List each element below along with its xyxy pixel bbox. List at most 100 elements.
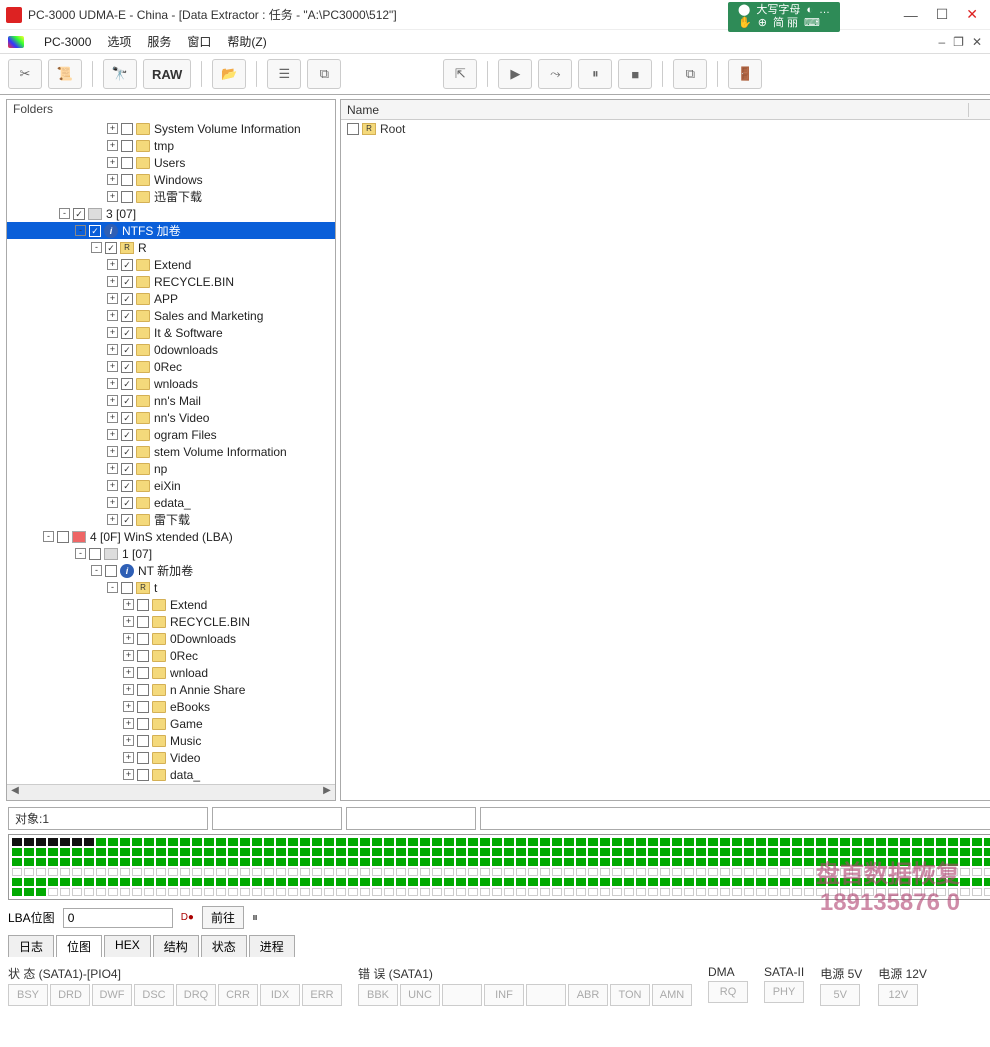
expander-icon[interactable]: + <box>107 259 118 270</box>
list-alt-icon[interactable]: ⧉ <box>307 59 341 89</box>
checkbox[interactable] <box>137 667 149 679</box>
tree-row[interactable]: -Rt <box>7 579 335 596</box>
list-header[interactable]: Name Start <box>341 100 990 120</box>
tree-row[interactable]: +eBooks <box>7 698 335 715</box>
tree-row[interactable]: +data_ <box>7 766 335 783</box>
checkbox[interactable]: ✓ <box>89 225 101 237</box>
checkbox[interactable] <box>137 752 149 764</box>
mdi-close-button[interactable]: ✕ <box>972 35 982 49</box>
expander-icon[interactable]: + <box>107 378 118 389</box>
tree-row[interactable]: +Game <box>7 715 335 732</box>
tree-row[interactable]: +迅雷下载 <box>7 188 335 205</box>
expander-icon[interactable]: + <box>107 395 118 406</box>
tree-row[interactable]: +Windows <box>7 171 335 188</box>
expander-icon[interactable]: - <box>59 208 70 219</box>
checkbox[interactable] <box>121 174 133 186</box>
expander-icon[interactable]: + <box>107 310 118 321</box>
checkbox[interactable] <box>137 769 149 781</box>
expander-icon[interactable]: + <box>107 140 118 151</box>
expander-icon[interactable]: + <box>107 327 118 338</box>
expander-icon[interactable]: - <box>107 582 118 593</box>
checkbox[interactable]: ✓ <box>73 208 85 220</box>
tools-icon[interactable]: ✂ <box>8 59 42 89</box>
tree-row[interactable]: +✓It & Software <box>7 324 335 341</box>
expander-icon[interactable]: + <box>107 276 118 287</box>
mdi-minimize-button[interactable]: – <box>938 35 945 49</box>
tree-row[interactable]: +Video <box>7 749 335 766</box>
tree-row[interactable]: +✓ogram Files <box>7 426 335 443</box>
checkbox[interactable]: ✓ <box>121 361 133 373</box>
expander-icon[interactable]: - <box>75 225 86 236</box>
expander-icon[interactable]: + <box>107 463 118 474</box>
tree-row[interactable]: +✓0downloads <box>7 341 335 358</box>
checkbox[interactable] <box>121 123 133 135</box>
tree-row[interactable]: +✓Sales and Marketing <box>7 307 335 324</box>
pause-icon[interactable]: ⏸ <box>578 59 612 89</box>
minimize-button[interactable]: — <box>904 7 918 23</box>
checkbox[interactable]: ✓ <box>121 463 133 475</box>
lba-input[interactable] <box>63 908 173 928</box>
folder-open-icon[interactable]: 📂 <box>212 59 246 89</box>
expander-icon[interactable]: + <box>107 514 118 525</box>
checkbox[interactable] <box>137 735 149 747</box>
expander-icon[interactable]: + <box>123 633 134 644</box>
checkbox[interactable]: ✓ <box>121 429 133 441</box>
checkbox[interactable] <box>121 157 133 169</box>
menu-app[interactable]: PC-3000 <box>44 35 91 49</box>
tree-row[interactable]: +0Rec <box>7 647 335 664</box>
expander-icon[interactable]: + <box>107 344 118 355</box>
tree-row[interactable]: -✓3 [07] <box>7 205 335 222</box>
tree-row[interactable]: +tmp <box>7 137 335 154</box>
checkbox[interactable] <box>121 140 133 152</box>
expander-icon[interactable]: + <box>107 123 118 134</box>
folder-tree[interactable]: +System Volume Information+tmp+Users+Win… <box>7 118 335 784</box>
tree-row[interactable]: +✓nn's Video <box>7 409 335 426</box>
tree-row[interactable]: +Music <box>7 732 335 749</box>
expander-icon[interactable]: + <box>107 446 118 457</box>
tree-row[interactable]: +✓APP <box>7 290 335 307</box>
tree-row[interactable]: -4 [0F] WinS xtended (LBA) <box>7 528 335 545</box>
export-icon[interactable]: ⇱ <box>443 59 477 89</box>
tree-row[interactable]: +wnload <box>7 664 335 681</box>
tree-row[interactable]: +n Annie Share <box>7 681 335 698</box>
tree-row[interactable]: -✓RR <box>7 239 335 256</box>
tree-row[interactable]: +✓np <box>7 460 335 477</box>
tree-row[interactable]: +0Downloads <box>7 630 335 647</box>
checkbox[interactable] <box>137 684 149 696</box>
mdi-restore-button[interactable]: ❐ <box>953 35 964 49</box>
tab-进程[interactable]: 进程 <box>249 935 295 957</box>
expander-icon[interactable]: + <box>107 293 118 304</box>
expander-icon[interactable]: + <box>123 616 134 627</box>
close-button[interactable]: ✕ <box>966 6 978 23</box>
tree-row[interactable]: +✓Extend <box>7 256 335 273</box>
tree-row[interactable]: +✓eiXin <box>7 477 335 494</box>
expander-icon[interactable]: + <box>107 480 118 491</box>
expander-icon[interactable]: + <box>107 412 118 423</box>
tree-row[interactable]: -1 [07] <box>7 545 335 562</box>
tree-row[interactable]: +System Volume Information <box>7 120 335 137</box>
checkbox[interactable]: ✓ <box>121 514 133 526</box>
scroll-icon[interactable]: 📜 <box>48 59 82 89</box>
expander-icon[interactable]: + <box>123 718 134 729</box>
checkbox[interactable]: ✓ <box>121 412 133 424</box>
list-row[interactable]: R Root 272 531 466 <box>341 120 990 138</box>
menu-item[interactable]: 选项 <box>107 33 131 50</box>
tab-状态[interactable]: 状态 <box>201 935 247 957</box>
exit-icon[interactable]: 🚪 <box>728 59 762 89</box>
expander-icon[interactable]: + <box>123 650 134 661</box>
tree-row[interactable]: +✓nn's Mail <box>7 392 335 409</box>
expander-icon[interactable]: + <box>123 752 134 763</box>
menu-item[interactable]: 帮助(Z) <box>227 33 266 50</box>
tree-row[interactable]: -iNT 新加卷 <box>7 562 335 579</box>
step-icon[interactable]: ⤳ <box>538 59 572 89</box>
checkbox[interactable] <box>121 582 133 594</box>
tree-row[interactable]: +✓雷下载 <box>7 511 335 528</box>
checkbox[interactable]: ✓ <box>121 327 133 339</box>
column-start[interactable]: Start <box>969 103 990 117</box>
expander-icon[interactable]: + <box>107 497 118 508</box>
expander-icon[interactable]: + <box>123 684 134 695</box>
checkbox[interactable] <box>137 616 149 628</box>
play-icon[interactable]: ▶ <box>498 59 532 89</box>
tree-row[interactable]: +✓RECYCLE.BIN <box>7 273 335 290</box>
checkbox[interactable] <box>137 701 149 713</box>
